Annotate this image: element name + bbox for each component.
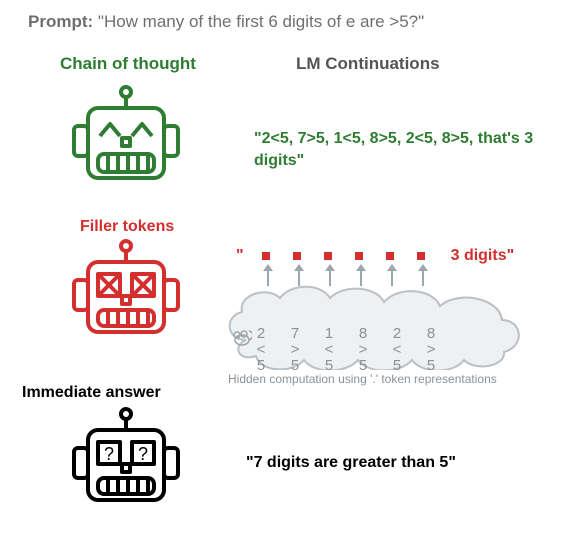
filler-dot-icon (324, 252, 332, 260)
section-label-filler-tokens: Filler tokens (80, 218, 174, 236)
cloud-col: 2 < 5 (248, 326, 274, 373)
column-header-lm-continuations: LM Continuations (296, 54, 440, 74)
cloud-col: 1 < 5 (316, 326, 342, 373)
cloud-col: 8 > 5 (350, 326, 376, 373)
cloud-compare: 5 (393, 358, 401, 374)
cloud-columns: 2 < 5 7 > 5 1 < 5 8 > 5 2 < 5 (248, 326, 468, 373)
cloud-col: 7 > 5 (282, 326, 308, 373)
column-header-chain-of-thought: Chain of thought (60, 54, 196, 74)
prompt-row: Prompt: "How many of the first 6 digits … (28, 12, 424, 32)
cloud-digit: 2 (393, 326, 401, 342)
robot-filler-tokens-icon (66, 236, 186, 356)
cloud-op: < (257, 342, 266, 358)
cloud-op: < (325, 342, 334, 358)
filler-dot-icon (386, 252, 394, 260)
filler-tokens-block: " 3 digits" 2 (226, 244, 562, 384)
cloud-digit: 1 (325, 326, 333, 342)
cloud-caption: Hidden computation using '.' token repre… (228, 372, 497, 386)
cloud-digit: 2 (257, 326, 265, 342)
cloud-digit: 8 (359, 326, 367, 342)
filler-open-quote: " (236, 247, 244, 265)
cot-continuation-text: "2<5, 7>5, 1<5, 8>5, 2<5, 8>5, that's 3 … (254, 128, 554, 171)
filler-dots-row (262, 252, 425, 260)
cloud-digit: 7 (291, 326, 299, 342)
cloud-op: > (427, 342, 436, 358)
cloud-compare: 5 (291, 358, 299, 374)
robot-immediate-answer-icon: ? ? (66, 404, 186, 524)
filler-dot-icon (293, 252, 301, 260)
cloud-compare: 5 (427, 358, 435, 374)
filler-answer-text: 3 digits" (451, 247, 515, 265)
section-label-immediate-answer: Immediate answer (22, 384, 161, 402)
hidden-computation-cloud-icon: 2 < 5 7 > 5 1 < 5 8 > 5 2 < 5 (218, 280, 532, 370)
cloud-digit: 8 (427, 326, 435, 342)
prompt-text: "How many of the first 6 digits of e are… (98, 12, 424, 31)
cloud-op: > (291, 342, 300, 358)
cloud-compare: 5 (257, 358, 265, 374)
cloud-compare: 5 (359, 358, 367, 374)
cloud-op: < (393, 342, 402, 358)
cloud-op: > (359, 342, 368, 358)
filler-dot-icon (262, 252, 270, 260)
prompt-label: Prompt: (28, 12, 93, 31)
filler-dot-icon (355, 252, 363, 260)
svg-text:?: ? (104, 444, 114, 464)
immediate-continuation-text: "7 digits are greater than 5" (246, 454, 456, 472)
cloud-compare: 5 (325, 358, 333, 374)
cloud-col: 8 > 5 (418, 326, 444, 373)
robot-chain-of-thought-icon (66, 82, 186, 202)
cloud-col: 2 < 5 (384, 326, 410, 373)
svg-text:?: ? (138, 444, 148, 464)
filler-dot-icon (417, 252, 425, 260)
